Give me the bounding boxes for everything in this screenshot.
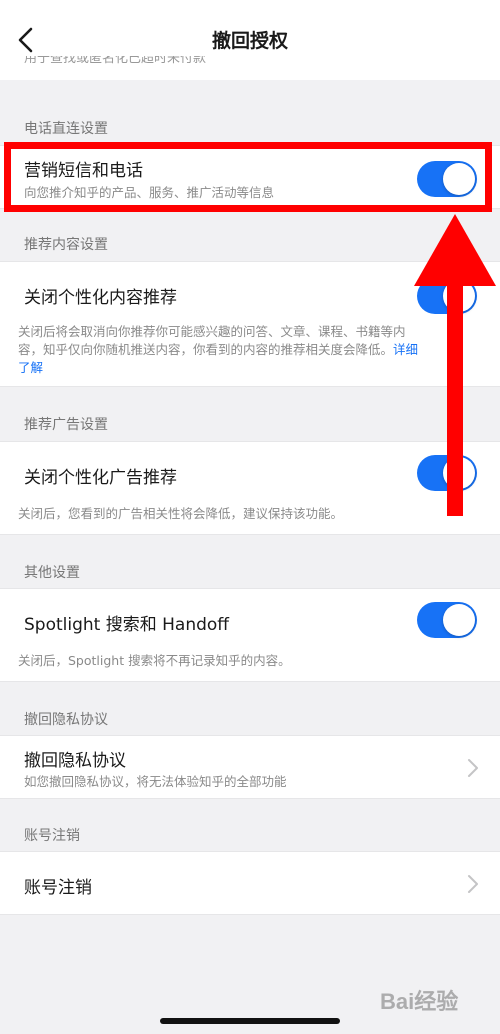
row-spotlight: Spotlight 搜索和 Handoff 关闭后，Spotlight 搜索将不… [0,588,500,682]
annotation-arrow-up [414,214,496,516]
row-title: 关闭个性化内容推荐 [24,288,177,308]
row-description: 关闭后，您看到的广告相关性将会降低，建议保持该功能。 [18,506,344,521]
section-label-ads: 推荐广告设置 [24,417,108,433]
home-indicator[interactable] [160,1018,340,1024]
partial-scrolled-text: 用于查找或匿名化已超时未付款 [24,56,207,66]
row-description: 关闭后，Spotlight 搜索将不再记录知乎的内容。 [18,653,291,668]
row-delete-account[interactable]: 账号注销 [0,851,500,915]
section-label-content: 推荐内容设置 [24,237,108,253]
row-revoke-privacy[interactable]: 撤回隐私协议 如您撤回隐私协议，将无法体验知乎的全部功能 [0,735,500,799]
section-label-phone: 电话直连设置 [24,121,108,137]
nav-bar: 撤回授权 用于查找或匿名化已超时未付款 [0,0,500,80]
page-title: 撤回授权 [211,30,288,52]
section-label-account: 账号注销 [24,828,80,844]
row-title: 账号注销 [24,878,92,898]
learn-more-link-cont[interactable]: 了解 [18,360,43,375]
chevron-right-icon [468,875,478,893]
annotation-highlight-box [4,142,492,212]
row-title: 关闭个性化广告推荐 [24,468,177,488]
toggle-knob [443,604,475,636]
section-label-privacy: 撤回隐私协议 [24,712,108,728]
section-label-other: 其他设置 [24,565,80,581]
watermark-logo: Bai经验 [380,989,459,1014]
row-title: 撤回隐私协议 [24,751,126,771]
row-description: 关闭后将会取消向你推荐你可能感兴趣的问答、文章、课程、书籍等内 容，知乎仅向你随… [18,324,419,375]
row-title: Spotlight 搜索和 Handoff [24,615,230,635]
chevron-right-icon [468,759,478,777]
row-subtitle: 如您撤回隐私协议，将无法体验知乎的全部功能 [24,774,287,789]
spotlight-toggle[interactable] [417,602,477,638]
